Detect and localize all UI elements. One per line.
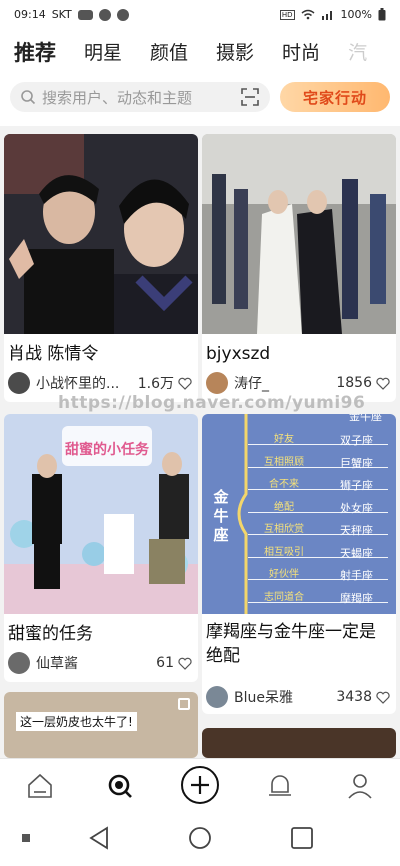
app-notification-icon	[98, 8, 111, 21]
signal-icon	[321, 11, 332, 20]
back-icon[interactable]	[88, 826, 110, 850]
avatar[interactable]	[8, 372, 30, 394]
app-notification-icon	[77, 9, 93, 20]
search-bar[interactable]: 搜索用户、动态和主题	[10, 82, 270, 112]
feed-card[interactable]: 甜蜜的小任务 甜蜜的任务 仙草酱 61	[4, 414, 198, 682]
tab-stars[interactable]: 明星	[84, 36, 122, 76]
card-title: 摩羯座与金牛座一定是绝配	[206, 622, 376, 666]
heart-icon[interactable]	[376, 691, 390, 704]
author-name[interactable]: 仙草酱	[36, 653, 150, 673]
like-count: 1856	[336, 375, 372, 391]
chart-top-sign: 金牛座	[349, 414, 382, 423]
feed-card[interactable]: 这一层奶皮也太牛了!	[4, 692, 198, 758]
chart-sign-label: 摩羯座	[340, 591, 373, 605]
chart-relation-label: 互相照顾	[264, 456, 304, 468]
battery-icon	[378, 8, 386, 21]
chart-sign-label: 双子座	[340, 434, 373, 447]
card-title: bjyxszd	[206, 344, 271, 364]
add-post-icon[interactable]	[180, 765, 220, 805]
card-meta: 涛仔_ 1856	[206, 372, 390, 394]
scan-icon[interactable]	[240, 87, 260, 107]
promo-banner[interactable]: 宅家行动	[280, 82, 390, 112]
home-icon[interactable]	[25, 771, 55, 801]
card-meta: 仙草酱 61	[8, 652, 192, 674]
feed-card[interactable]	[202, 728, 396, 758]
tab-cars[interactable]: 汽	[348, 36, 367, 76]
chart-relation-label: 志同道合	[264, 591, 304, 603]
multi-image-icon	[178, 698, 190, 710]
zodiac-chart-image: 金牛座 金牛座 好友 双子座互相照顾 巨蟹座合不来 狮子座绝配 处女座互相欣赏 天秤座相互…	[202, 414, 396, 614]
like-count: 1.6万	[137, 376, 174, 392]
chart-relation-label: 相互吸引	[264, 546, 304, 558]
chart-relation-label: 绝配	[274, 501, 294, 513]
card-meta: 小战怀里的... 1.6万	[8, 372, 192, 394]
search-placeholder: 搜索用户、动态和主题	[42, 88, 193, 107]
bottom-nav	[0, 758, 400, 812]
card-image	[4, 134, 198, 334]
system-nav-bar	[0, 812, 400, 866]
heart-icon[interactable]	[178, 377, 192, 390]
chart-sign-label: 巨蟹座	[340, 456, 373, 470]
tab-fashion[interactable]: 时尚	[282, 36, 320, 76]
chart-sign-label: 狮子座	[340, 479, 373, 492]
card-image: 这一层奶皮也太牛了!	[4, 692, 198, 758]
card-image	[202, 134, 396, 334]
card-image: 甜蜜的小任务	[4, 414, 198, 614]
overview-icon[interactable]	[290, 826, 314, 850]
chart-sign-label: 天蝎座	[340, 546, 373, 560]
show-title-overlay: 甜蜜的小任务	[65, 441, 150, 458]
chart-relation-label: 互相欣赏	[264, 524, 304, 535]
like-count: 61	[156, 655, 174, 671]
watermark-text: https://blog.naver.com/yumi96	[58, 393, 366, 413]
like-count: 3438	[336, 689, 372, 705]
feed-card[interactable]: 肖战 陈情令 小战怀里的... 1.6万	[4, 134, 198, 402]
hd-voice-icon: HD	[279, 9, 295, 20]
category-tabs: 推荐 明星 颜值 摄影 时尚 汽	[14, 36, 400, 76]
chart-sign-label: 处女座	[340, 501, 373, 515]
heart-icon[interactable]	[376, 377, 390, 390]
chart-relation-label: 合不来	[269, 479, 299, 490]
image-caption: 这一层奶皮也太牛了!	[16, 712, 137, 731]
carrier: SKT	[51, 8, 72, 21]
cloud-icon	[116, 8, 129, 21]
tab-looks[interactable]: 颜值	[150, 36, 188, 76]
battery-percent: 100%	[340, 8, 372, 21]
avatar[interactable]	[206, 372, 228, 394]
chart-center-label: 金牛座	[213, 488, 229, 544]
card-image	[202, 728, 396, 758]
home-button-icon[interactable]	[188, 826, 212, 850]
wifi-icon	[301, 9, 315, 20]
feed-card[interactable]: 金牛座 金牛座 好友 双子座互相照顾 巨蟹座合不来 狮子座绝配 处女座互相欣赏 天秤座相互…	[202, 414, 396, 714]
chart-relation-label: 好伙伴	[269, 569, 299, 580]
chart-sign-label: 天秤座	[340, 524, 373, 537]
tab-recommend[interactable]: 推荐	[14, 36, 56, 76]
avatar[interactable]	[206, 686, 228, 708]
tab-photography[interactable]: 摄影	[216, 36, 254, 76]
header: 推荐 明星 颜值 摄影 时尚 汽 搜索用户、动态和主题 宅家行动	[0, 30, 400, 126]
recent-apps-dot-icon[interactable]	[22, 834, 32, 844]
profile-icon[interactable]	[345, 771, 375, 801]
discover-icon[interactable]	[105, 771, 135, 801]
search-icon	[21, 90, 36, 105]
card-title: 肖战 陈情令	[8, 344, 99, 364]
chart-sign-label: 射手座	[340, 569, 373, 582]
notification-bell-icon[interactable]	[265, 771, 295, 801]
promo-label: 宅家行动	[302, 88, 367, 107]
chart-relation-label: 好友	[274, 434, 294, 445]
avatar[interactable]	[8, 652, 30, 674]
status-bar: 09:14 SKT HD 100%	[0, 0, 400, 30]
author-name[interactable]: 涛仔_	[234, 373, 330, 393]
author-name[interactable]: 小战怀里的...	[36, 373, 132, 393]
heart-icon[interactable]	[178, 657, 192, 670]
card-title: 甜蜜的任务	[8, 624, 93, 644]
card-meta: Blue呆雅 3438	[206, 686, 390, 708]
clock: 09:14	[14, 8, 46, 21]
author-name[interactable]: Blue呆雅	[234, 687, 330, 707]
feed-card[interactable]: bjyxszd 涛仔_ 1856	[202, 134, 396, 402]
